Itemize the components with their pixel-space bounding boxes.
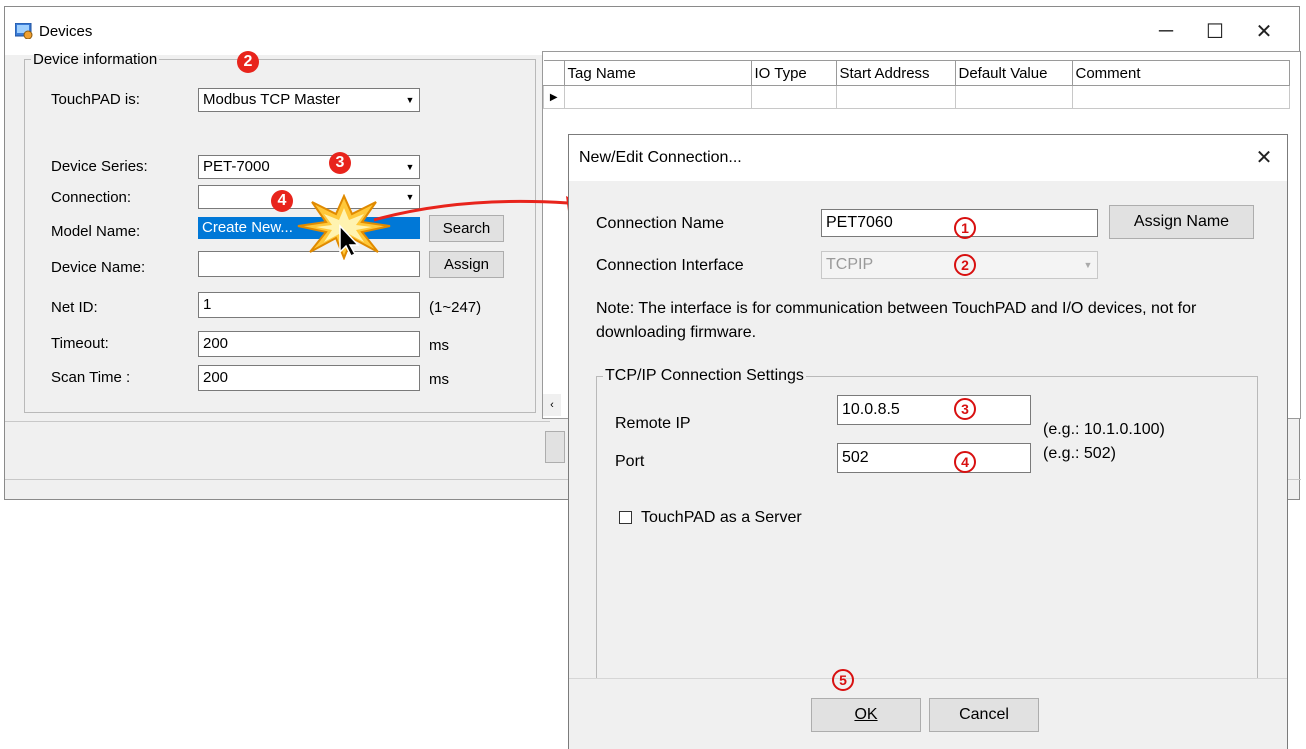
touchpad-label: TouchPAD is:: [51, 91, 140, 108]
interface-note: Note: The interface is for communication…: [596, 300, 1197, 341]
connection-label: Connection:: [51, 189, 132, 206]
dialog-title-bar: New/Edit Connection... ✕: [569, 135, 1287, 181]
device-info-legend: Device information: [33, 51, 158, 68]
scan-time-input[interactable]: 200: [198, 365, 420, 391]
ok-button[interactable]: OK: [811, 698, 921, 732]
step-marker-3: 3: [954, 398, 976, 420]
connection-dialog: New/Edit Connection... ✕ Connection Name…: [568, 134, 1288, 749]
model-name-label: Model Name:: [51, 223, 141, 240]
timeout-input[interactable]: 200: [198, 331, 420, 357]
dialog-footer: [569, 678, 1287, 749]
row-header-cell: [543, 60, 565, 86]
device-series-value: PET-7000: [203, 158, 270, 175]
dialog-title: New/Edit Connection...: [579, 149, 742, 166]
column-header[interactable]: IO Type: [750, 60, 837, 86]
net-id-input[interactable]: 1: [198, 292, 420, 318]
table-cell[interactable]: [835, 85, 956, 109]
table-row[interactable]: ▶: [543, 85, 1290, 109]
step-marker-5: 5: [832, 669, 854, 691]
maximize-button[interactable]: ☐: [1192, 15, 1238, 47]
scan-time-label: Scan Time :: [51, 369, 131, 386]
touchpad-select[interactable]: Modbus TCP Master ▼: [198, 88, 420, 112]
mouse-cursor-icon: [339, 224, 360, 258]
step-badge-3: 3: [329, 152, 351, 174]
scan-time-unit: ms: [429, 371, 449, 388]
minimize-button[interactable]: ─: [1143, 15, 1189, 47]
table-cell[interactable]: [563, 85, 752, 109]
chevron-down-icon: ▼: [1083, 260, 1093, 270]
port-label: Port: [615, 453, 645, 470]
chevron-down-icon: ▼: [405, 162, 415, 172]
row-pointer-icon: ▶: [543, 85, 565, 109]
title-bar: Devices ─ ☐ ✕: [5, 7, 1299, 55]
step-marker-2: 2: [954, 254, 976, 276]
port-hint: (e.g.: 502): [1043, 445, 1116, 462]
connection-interface-value: TCPIP: [826, 256, 874, 273]
assign-button[interactable]: Assign: [429, 251, 504, 278]
app-icon: [15, 23, 33, 39]
server-checkbox[interactable]: [619, 511, 632, 524]
remote-ip-label: Remote IP: [615, 415, 691, 432]
chevron-down-icon: ▼: [405, 95, 415, 105]
net-id-label: Net ID:: [51, 299, 98, 316]
divider: [5, 421, 550, 422]
tag-table: Tag Name IO Type Start Address Default V…: [543, 60, 1290, 109]
red-arrow-icon: [373, 196, 582, 222]
connection-interface-label: Connection Interface: [596, 257, 744, 274]
table-cell[interactable]: [1071, 85, 1290, 109]
touchpad-value: Modbus TCP Master: [203, 91, 340, 108]
column-header[interactable]: Comment: [1071, 60, 1290, 86]
tcpip-settings-legend: TCP/IP Connection Settings: [605, 367, 804, 384]
timeout-label: Timeout:: [51, 335, 109, 352]
column-header[interactable]: Start Address: [835, 60, 956, 86]
remote-ip-hint: (e.g.: 10.1.0.100): [1043, 421, 1165, 438]
net-id-hint: (1~247): [429, 299, 482, 316]
timeout-unit: ms: [429, 337, 449, 354]
cancel-button[interactable]: Cancel: [929, 698, 1039, 732]
dialog-close-button[interactable]: ✕: [1241, 141, 1287, 173]
step-marker-1: 1: [954, 217, 976, 239]
table-cell[interactable]: [954, 85, 1073, 109]
assign-name-button[interactable]: Assign Name: [1109, 205, 1254, 239]
column-header[interactable]: Tag Name: [563, 60, 752, 86]
hidden-button[interactable]: [545, 431, 565, 463]
scroll-left-icon[interactable]: ‹: [543, 394, 561, 416]
device-name-label: Device Name:: [51, 259, 146, 276]
device-series-label: Device Series:: [51, 158, 148, 175]
step-badge-2: 2: [237, 51, 259, 73]
step-badge-4: 4: [271, 190, 293, 212]
device-series-select[interactable]: PET-7000 ▼: [198, 155, 420, 179]
remote-ip-input[interactable]: 10.0.8.5: [837, 395, 1031, 425]
close-button[interactable]: ✕: [1241, 15, 1287, 47]
port-input[interactable]: 502: [837, 443, 1031, 473]
table-cell[interactable]: [750, 85, 837, 109]
connection-name-label: Connection Name: [596, 215, 725, 232]
column-header[interactable]: Default Value: [954, 60, 1073, 86]
window-title: Devices: [39, 23, 93, 40]
tag-table-header: Tag Name IO Type Start Address Default V…: [543, 60, 1290, 86]
server-checkbox-label[interactable]: TouchPAD as a Server: [641, 509, 802, 527]
step-marker-4: 4: [954, 451, 976, 473]
